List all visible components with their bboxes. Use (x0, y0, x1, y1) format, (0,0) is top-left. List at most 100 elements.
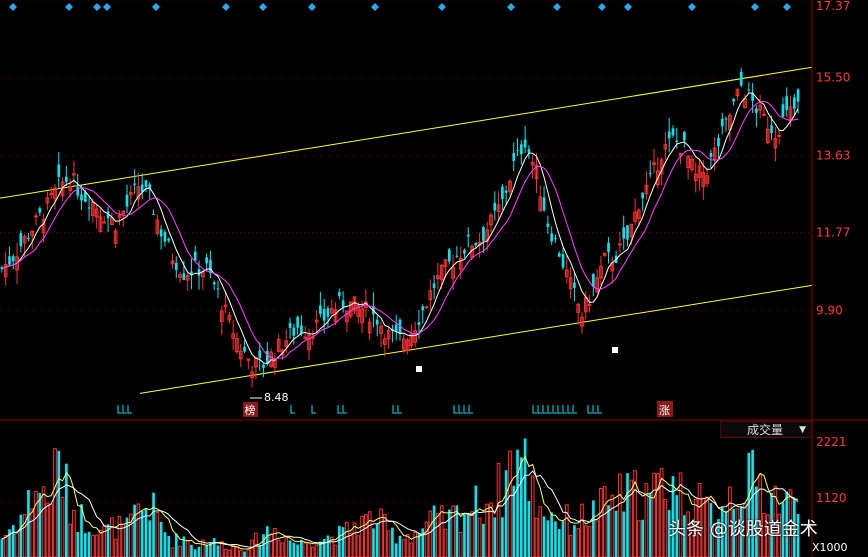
candle-down (87, 207, 91, 209)
volume-bar-up (102, 524, 107, 557)
volume-bar-up (345, 521, 349, 557)
volume-bar-down (516, 449, 519, 557)
candle-down (667, 131, 671, 139)
volume-bar-up (618, 473, 622, 557)
candle-down (417, 322, 421, 326)
volume-bar-down (8, 529, 11, 557)
signal-tick (453, 405, 458, 414)
volume-bar-down (197, 546, 201, 557)
candle-down (144, 180, 148, 187)
candle-down (319, 305, 322, 315)
signal-tick (127, 405, 132, 414)
volume-bar-up (637, 520, 641, 557)
volume-bar-down (493, 517, 497, 557)
volume-bar-down (205, 545, 208, 557)
candle-up (34, 215, 38, 218)
candle-down (152, 214, 155, 216)
candlestick-chart: 17.37 15.50 13.63 11.77 9.90 8.48 榜 涨 2221 1… (0, 0, 868, 557)
signal-tick (567, 405, 572, 414)
signal-diamonds (9, 3, 791, 11)
volume-bar-down (512, 485, 516, 557)
diamond-marker (507, 3, 515, 11)
volume-bar-up (273, 528, 277, 557)
candle-down (739, 71, 743, 86)
volume-bar-down (561, 520, 565, 557)
volume-bar-up (364, 514, 368, 557)
volume-indicator-select[interactable]: 成交量 ▼ (720, 421, 812, 438)
volume-bar-down (466, 514, 470, 557)
volume-bar-down (296, 544, 299, 557)
diamond-marker (259, 3, 267, 11)
watermark: 头条 @谈股道金术 (668, 519, 818, 540)
volume-bar-down (322, 538, 326, 557)
volume-bar-up (405, 534, 410, 557)
candle-up (102, 221, 107, 224)
volume-bar-up (91, 534, 95, 557)
volume-bar-up (424, 521, 429, 557)
candle-down (8, 256, 11, 265)
candle-down (717, 137, 720, 147)
volume-bar-down (501, 517, 504, 557)
volume-bar-up (307, 542, 311, 557)
volume-bar-up (60, 496, 65, 557)
volume-bar-down (83, 533, 87, 557)
volume-bar-up (155, 512, 160, 557)
candle-down (322, 308, 326, 321)
volume-bar-up (121, 523, 126, 557)
volume-bar-up (367, 511, 372, 557)
volume-tick-high: 2221 (816, 435, 847, 449)
candle-down (338, 292, 341, 296)
volume-bar-up (360, 515, 364, 557)
volume-bar-down (554, 521, 557, 557)
candle-down (520, 144, 523, 155)
volume-bar-down (341, 527, 345, 557)
chevron-down-icon: ▼ (799, 425, 806, 435)
candle-down (504, 190, 508, 193)
candle-down (463, 250, 466, 254)
volume-bar-up (235, 546, 239, 557)
diamond-marker (9, 3, 17, 11)
candle-down (523, 139, 527, 148)
candle-down (641, 192, 644, 199)
volume-bar-down (550, 512, 553, 557)
candle-down (785, 96, 789, 110)
volume-bar-down (338, 525, 341, 557)
volume-tick-mid: 1120 (816, 491, 847, 505)
volume-bar-down (641, 519, 644, 557)
volume-indicator-label: 成交量 (747, 423, 784, 437)
volume-bar-up (98, 529, 103, 557)
volume-bar-down (504, 470, 508, 557)
candle-down (375, 319, 379, 325)
price-tick-label: 15.50 (816, 71, 850, 85)
volume-bar-down (38, 493, 42, 557)
candle-down (607, 242, 610, 253)
volume-bar-up (15, 532, 19, 557)
candle-down (262, 364, 265, 368)
volume-bar-up (185, 539, 190, 557)
volume-bar-down (19, 514, 23, 557)
candle-down (212, 282, 216, 285)
volume-bar-up (401, 539, 406, 557)
candle-down (675, 140, 679, 143)
price-tick-label: 9.90 (816, 303, 843, 317)
candle-down (288, 322, 292, 328)
candle-down (592, 274, 595, 287)
candle-down (265, 350, 269, 364)
candle-down (482, 227, 485, 241)
signal-tick (537, 405, 542, 414)
volume-bar-up (602, 486, 607, 557)
volume-bar-up (508, 450, 512, 557)
volume-bar-up (117, 515, 122, 557)
diamond-marker (371, 3, 379, 11)
candle-down (755, 108, 758, 113)
candle-up (618, 243, 622, 246)
volume-bar-down (174, 533, 178, 557)
diamond-marker (438, 3, 446, 11)
candle-down (140, 184, 144, 192)
channel-line-lower (139, 284, 813, 394)
diamond-marker (688, 3, 696, 11)
candle-down (243, 346, 246, 352)
volume-bar-down (292, 542, 296, 557)
volume-bar-down (148, 520, 152, 557)
candle-down (216, 288, 220, 290)
